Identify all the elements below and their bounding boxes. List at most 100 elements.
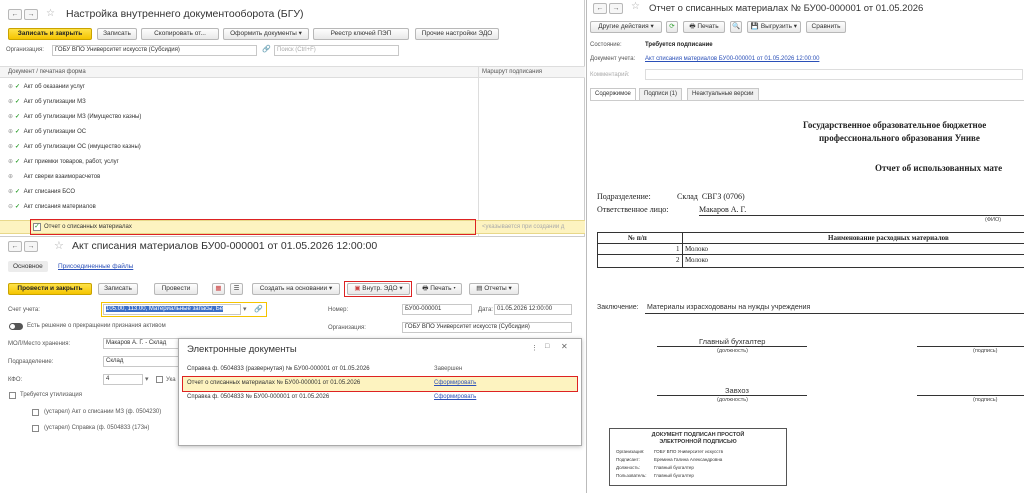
doc-fio: (ФИО) <box>985 217 1002 223</box>
save-close-button[interactable]: Записать и закрыть <box>8 28 92 40</box>
list-item[interactable]: ⊕ ✓ Акт об утилизации МЗ (Имущество казны… <box>8 112 141 123</box>
doc-conclusion-value: Материалы израсходованы на нужды учрежде… <box>647 304 811 311</box>
create-based-button[interactable]: Создать на основании ▾ <box>252 283 340 295</box>
favorite-star-icon[interactable]: ☆ <box>46 8 55 19</box>
edocs-row[interactable]: Справка ф. 0504833 (развернутая) № БУ00-… <box>182 363 578 377</box>
act-save-button[interactable]: Записать <box>98 283 138 295</box>
pep-registry-button[interactable]: Реестр ключей ПЭП <box>313 28 409 40</box>
chevron-down-icon: ▾ <box>298 30 302 37</box>
check-icon: ✓ <box>15 204 21 210</box>
refresh-button[interactable]: ⟳ <box>666 21 678 33</box>
list-item[interactable]: ⊕ ✓ Акт списания БСО <box>8 187 75 198</box>
back-button[interactable]: ← <box>8 9 22 20</box>
report-favorite-star-icon[interactable]: ☆ <box>631 1 640 12</box>
forward-button[interactable]: → <box>24 9 38 20</box>
refresh-icon: ⟳ <box>669 23 675 30</box>
doc-subdivision-value: Склад СВГЗ (0706) <box>677 192 745 201</box>
check-icon: ✓ <box>15 189 21 195</box>
kfo-field[interactable]: 4 <box>103 374 143 385</box>
comment-label: Комментарий: <box>590 72 630 78</box>
acc-doc-link[interactable]: Акт списания материалов БУ00-000001 от 0… <box>645 56 819 62</box>
report-print-button[interactable]: 🖶 Печать <box>683 21 725 33</box>
doc-row-name: Молоко <box>685 245 708 253</box>
number-field[interactable]: БУ00-000001 <box>402 304 472 315</box>
copy-from-button[interactable]: Скопировать от... <box>141 28 219 40</box>
structure-icon-button[interactable]: ▦ <box>212 283 225 295</box>
list-item[interactable]: ⊕ ✓ Акт об утилизации МЗ <box>8 97 86 108</box>
tab-files[interactable]: Присоединенные файлы <box>58 263 133 270</box>
compare-button[interactable]: Сравнить <box>806 21 846 33</box>
list-icon: ☰ <box>233 285 240 292</box>
expand-icon[interactable]: ⊕ <box>8 187 15 198</box>
list-item[interactable]: ⊕ Акт сверки взаиморасчетов <box>8 172 100 183</box>
disposal-label: Требуется утилизация <box>20 392 82 398</box>
highlight-edocs-row <box>182 376 578 392</box>
settings-title: Настройка внутреннего документооборота (… <box>66 8 304 20</box>
post-button[interactable]: Провести <box>154 283 198 295</box>
check-icon: ✓ <box>15 84 21 90</box>
other-actions-button[interactable]: Другие действия ▾ <box>590 21 662 33</box>
number-label: Номер: <box>328 307 349 313</box>
popup-close-icon[interactable]: ✕ <box>561 342 568 351</box>
act-forward-button[interactable]: → <box>24 241 38 252</box>
tab-main[interactable]: Основное <box>8 261 48 272</box>
collapse-icon[interactable]: ⊖ <box>8 202 15 213</box>
expand-icon[interactable]: ⊕ <box>8 97 15 108</box>
report-forward-button[interactable]: → <box>609 3 623 14</box>
expand-icon[interactable]: ⊕ <box>8 142 15 153</box>
date-label: Дата: <box>478 307 493 313</box>
tab-contents[interactable]: Содержимое <box>590 88 636 100</box>
highlight-selected-row <box>30 219 476 235</box>
list-item[interactable]: ⊕ ✓ Акт об утилизации ОС (имущество казны… <box>8 142 141 153</box>
edocs-row-status[interactable]: Сформировать <box>434 394 476 400</box>
act-org-field[interactable]: ГОБУ ВПО Университет искусств (Субсидия) <box>402 322 572 333</box>
subdivision-field[interactable]: Склад <box>103 356 183 367</box>
tab-old-versions[interactable]: Неактуальные версии <box>687 88 759 100</box>
preview-button[interactable]: 🔍 <box>730 21 742 33</box>
link-icon[interactable]: 🔗 <box>262 45 271 53</box>
stamp-row-val: Главный бухгалтер <box>654 465 694 470</box>
list-item[interactable]: ⊖ ✓ Акт списания материалов <box>8 202 96 213</box>
act-org-label: Организация: <box>328 325 366 331</box>
list-item[interactable]: ⊕ ✓ Акт приемки товаров, работ, услуг <box>8 157 119 168</box>
date-field[interactable]: 01.05.2026 12:00:00 <box>494 304 572 315</box>
subdivision-label: Подразделение: <box>8 359 54 365</box>
expand-icon[interactable]: ⊕ <box>8 82 15 93</box>
print-button[interactable]: 🖶 Печать ▾ <box>416 283 462 295</box>
doc-sign1-signature: (подпись) <box>973 348 998 354</box>
act-favorite-star-icon[interactable]: ☆ <box>54 239 64 252</box>
reports-button[interactable]: ▤ Отчеты ▾ <box>469 283 519 295</box>
search-input[interactable]: Поиск (Ctrl+F) <box>274 45 399 56</box>
list-item[interactable]: ⊕ ✓ Акт об утилизации ОС <box>8 127 86 138</box>
list-icon-button[interactable]: ☰ <box>230 283 243 295</box>
other-settings-button[interactable]: Прочие настройки ЭДО <box>415 28 499 40</box>
popup-menu-icon[interactable]: ⋮ <box>531 344 538 352</box>
forms-checkbox-1[interactable] <box>32 409 39 416</box>
org-field[interactable]: ГОБУ ВПО Университет искусств (Субсидия) <box>52 45 257 56</box>
tab-signatures[interactable]: Подписи (1) <box>639 88 682 100</box>
expand-icon[interactable]: ⊕ <box>8 112 15 123</box>
report-back-button[interactable]: ← <box>593 3 607 14</box>
doc-table-header-row: № п/п Наименование расходных материалов <box>598 233 1024 244</box>
expand-icon[interactable]: ⊕ <box>8 127 15 138</box>
kfo-extra-checkbox[interactable] <box>156 376 163 383</box>
form-item-1: (устарел) Акт о списании МЗ (ф. 0504230) <box>44 409 162 415</box>
forms-checkbox-2[interactable] <box>32 425 39 432</box>
expand-icon[interactable]: ⊕ <box>8 172 15 183</box>
upload-button[interactable]: 💾 Выгрузить ▾ <box>747 21 801 33</box>
act-back-button[interactable]: ← <box>8 241 22 252</box>
disposal-checkbox[interactable] <box>9 392 16 399</box>
mol-field[interactable]: Макаров А. Г. - Склад <box>103 338 183 349</box>
org-label: Организация: <box>6 47 44 53</box>
popup-maximize-icon[interactable]: □ <box>545 343 549 350</box>
list-item-label: Акт об оказании услуг <box>23 84 85 90</box>
act-title: Акт списания материалов БУ00-000001 от 0… <box>72 240 378 252</box>
comment-field[interactable] <box>645 69 1023 80</box>
design-docs-button[interactable]: Оформить документы ▾ <box>223 28 309 40</box>
post-close-button[interactable]: Провести и закрыть <box>8 283 92 295</box>
kfo-dropdown-icon[interactable]: ▾ <box>145 375 149 383</box>
edocs-row[interactable]: Справка ф. 0504833 № БУ00-000001 от 01.0… <box>182 391 578 405</box>
save-button[interactable]: Записать <box>97 28 137 40</box>
expand-icon[interactable]: ⊕ <box>8 157 15 168</box>
list-item[interactable]: ⊕ ✓ Акт об оказании услуг <box>8 82 85 93</box>
